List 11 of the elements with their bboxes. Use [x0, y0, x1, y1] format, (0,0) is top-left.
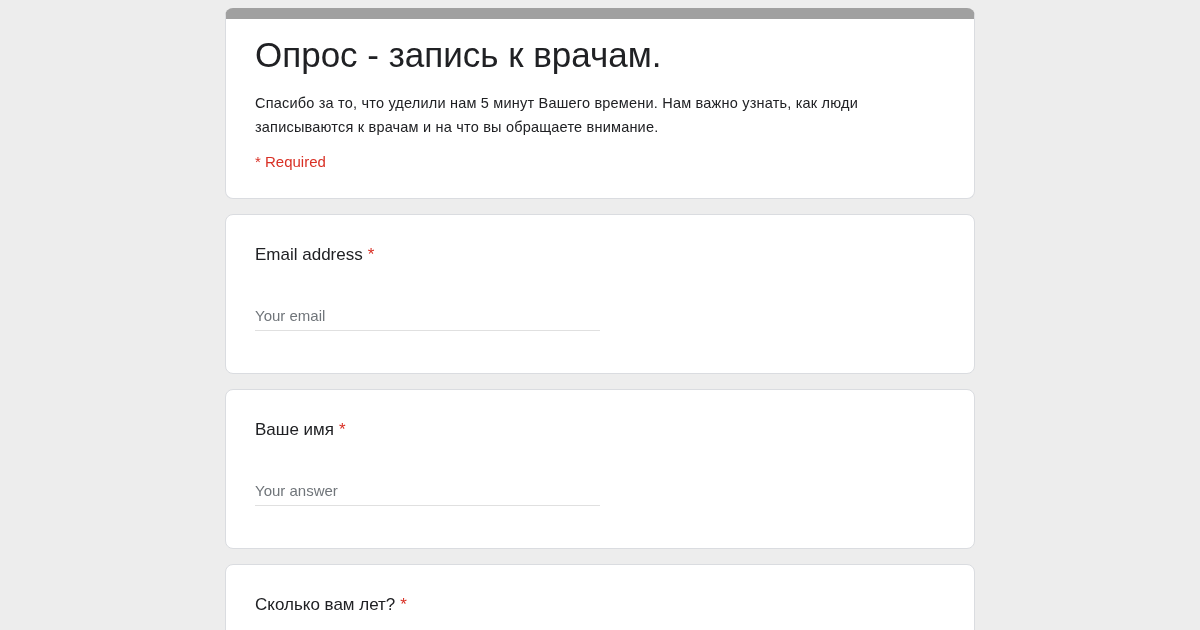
- question-label: Сколько вам лет?: [255, 595, 396, 615]
- required-asterisk: *: [367, 245, 375, 265]
- question-label: Ваше имя: [255, 420, 334, 440]
- answer-field[interactable]: Your answer: [255, 478, 600, 506]
- form-title: Опрос - запись к врачам.: [255, 35, 663, 75]
- required-asterisk: *: [339, 420, 346, 440]
- required-note: * Required: [255, 153, 327, 170]
- answer-field[interactable]: Your email: [255, 303, 600, 331]
- required-asterisk: *: [400, 595, 407, 615]
- form-description: Спасибо за то, что уделили нам 5 минут Вашего времени. Нам важно узнать, как люди записываются к врачам и на что вы обращаете внимание.: [255, 94, 859, 137]
- question-label: Email address: [255, 245, 363, 265]
